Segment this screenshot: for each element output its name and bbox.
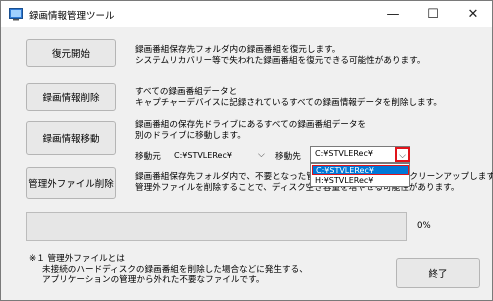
restore-description-line: システムリカバリー等で失われた録画番組を復元できる可能性があります。 — [135, 56, 426, 66]
footnote: ※１ 管理外ファイルとは 未接続のハードディスクの録画番組を削除した場合などに発… — [29, 254, 308, 286]
move-description: 録画番組の保存先ドライブにあるすべての録画番組データを 別のドライブに移動します… — [135, 120, 366, 142]
destination-select-value: C:¥STVLERec¥ — [315, 149, 373, 158]
restore-description-line: 録画番組保存先フォルダ内の録画番組を復元します。 — [135, 45, 341, 55]
delete-info-description-line: すべての録画番組データと — [135, 87, 238, 97]
chevron-down-icon[interactable]: ⌵ — [395, 147, 410, 162]
footnote-line: ※１ 管理外ファイルとは — [29, 254, 125, 264]
move-description-line: 別のドライブに移動します。 — [135, 131, 246, 141]
app-window: 録画情報管理ツール — ☐ ✕ 復元開始 録画番組保存先フォルダ内の録画番組を復… — [0, 0, 493, 301]
destination-select[interactable]: C:¥STVLERec¥ ⌵ — [310, 146, 410, 163]
dropdown-option[interactable]: H:¥STVLERec¥ — [312, 176, 409, 186]
maximize-icon: ☐ — [427, 6, 439, 22]
destination-label: 移動先 — [275, 152, 301, 162]
source-label: 移動元 — [135, 152, 161, 162]
delete-info-description-line: キャプチャーデバイスに記録されているすべての録画情報データを削除します。 — [135, 98, 442, 108]
app-icon — [9, 8, 23, 21]
dropdown-option-selected[interactable]: C:¥STVLERec¥ — [312, 165, 409, 175]
restore-start-button[interactable]: 復元開始 — [26, 39, 116, 67]
delete-recording-info-button[interactable]: 録画情報削除 — [26, 83, 116, 111]
delete-info-description: すべての録画番組データと キャプチャーデバイスに記録されているすべての録画情報デ… — [135, 87, 442, 109]
end-button[interactable]: 終了 — [396, 258, 480, 288]
maximize-button[interactable]: ☐ — [413, 1, 453, 27]
progress-percent: 0% — [417, 221, 431, 231]
source-select[interactable]: C:¥STVLERec¥ ⌵ — [169, 148, 269, 163]
chevron-down-icon: ⌵ — [258, 150, 265, 160]
move-description-line: 録画番組の保存先ドライブにあるすべての録画番組データを — [135, 120, 367, 130]
move-recording-info-button[interactable]: 録画情報移動 — [26, 121, 116, 155]
title-bar: 録画情報管理ツール — ☐ ✕ — [1, 1, 492, 27]
footnote-line: アプリケーションの管理から外れた不要なファイルです。 — [42, 275, 265, 285]
progress-bar — [26, 212, 407, 241]
window-title: 録画情報管理ツール — [29, 11, 115, 22]
close-button[interactable]: ✕ — [453, 1, 493, 27]
delete-unmanaged-files-button[interactable]: 管理外ファイル削除 — [26, 167, 116, 199]
close-icon: ✕ — [467, 6, 479, 22]
restore-description: 録画番組保存先フォルダ内の録画番組を復元します。 システムリカバリー等で失われた… — [135, 45, 425, 67]
source-select-value: C:¥STVLERec¥ — [174, 151, 232, 160]
footnote-line: 未接続のハードディスクの録画番組を削除した場合などに発生する、 — [42, 264, 308, 275]
minimize-icon: — — [386, 6, 400, 22]
destination-dropdown-list: C:¥STVLERec¥ H:¥STVLERec¥ — [310, 163, 410, 187]
minimize-button[interactable]: — — [373, 1, 413, 27]
